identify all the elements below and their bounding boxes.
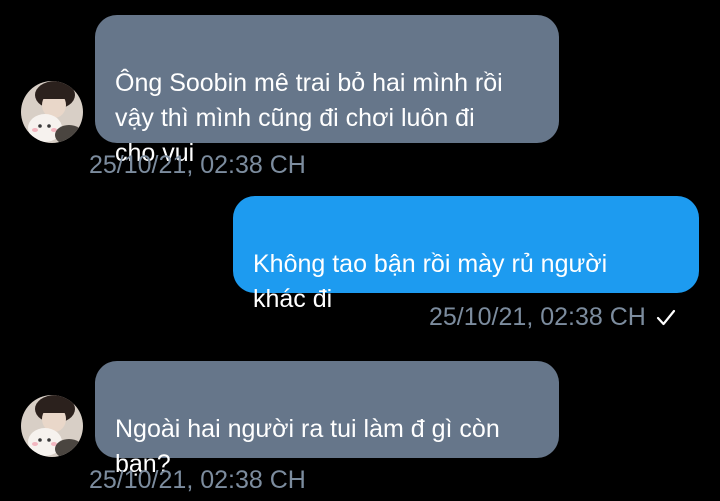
user-avatar-icon <box>21 395 83 457</box>
message-timestamp: 25/10/21, 02:38 CH <box>89 466 306 494</box>
message-timestamp-row: 25/10/21, 02:38 CH <box>429 302 676 334</box>
avatar[interactable] <box>21 81 83 143</box>
checkmark-icon <box>656 304 676 334</box>
user-avatar-icon <box>21 81 83 143</box>
message-bubble-outgoing[interactable]: Không tao bận rồi mày rủ người khác đi <box>233 196 699 313</box>
avatar[interactable] <box>21 395 83 457</box>
message-bubble-incoming[interactable]: Ông Soobin mê trai bỏ hai mình rồi vậy t… <box>95 15 559 167</box>
message-bubble-incoming[interactable]: Ngoài hai người ra tui làm đ gì còn bạn? <box>95 361 559 478</box>
message-timestamp: 25/10/21, 02:38 CH <box>429 303 646 331</box>
message-timestamp: 25/10/21, 02:38 CH <box>89 151 306 179</box>
